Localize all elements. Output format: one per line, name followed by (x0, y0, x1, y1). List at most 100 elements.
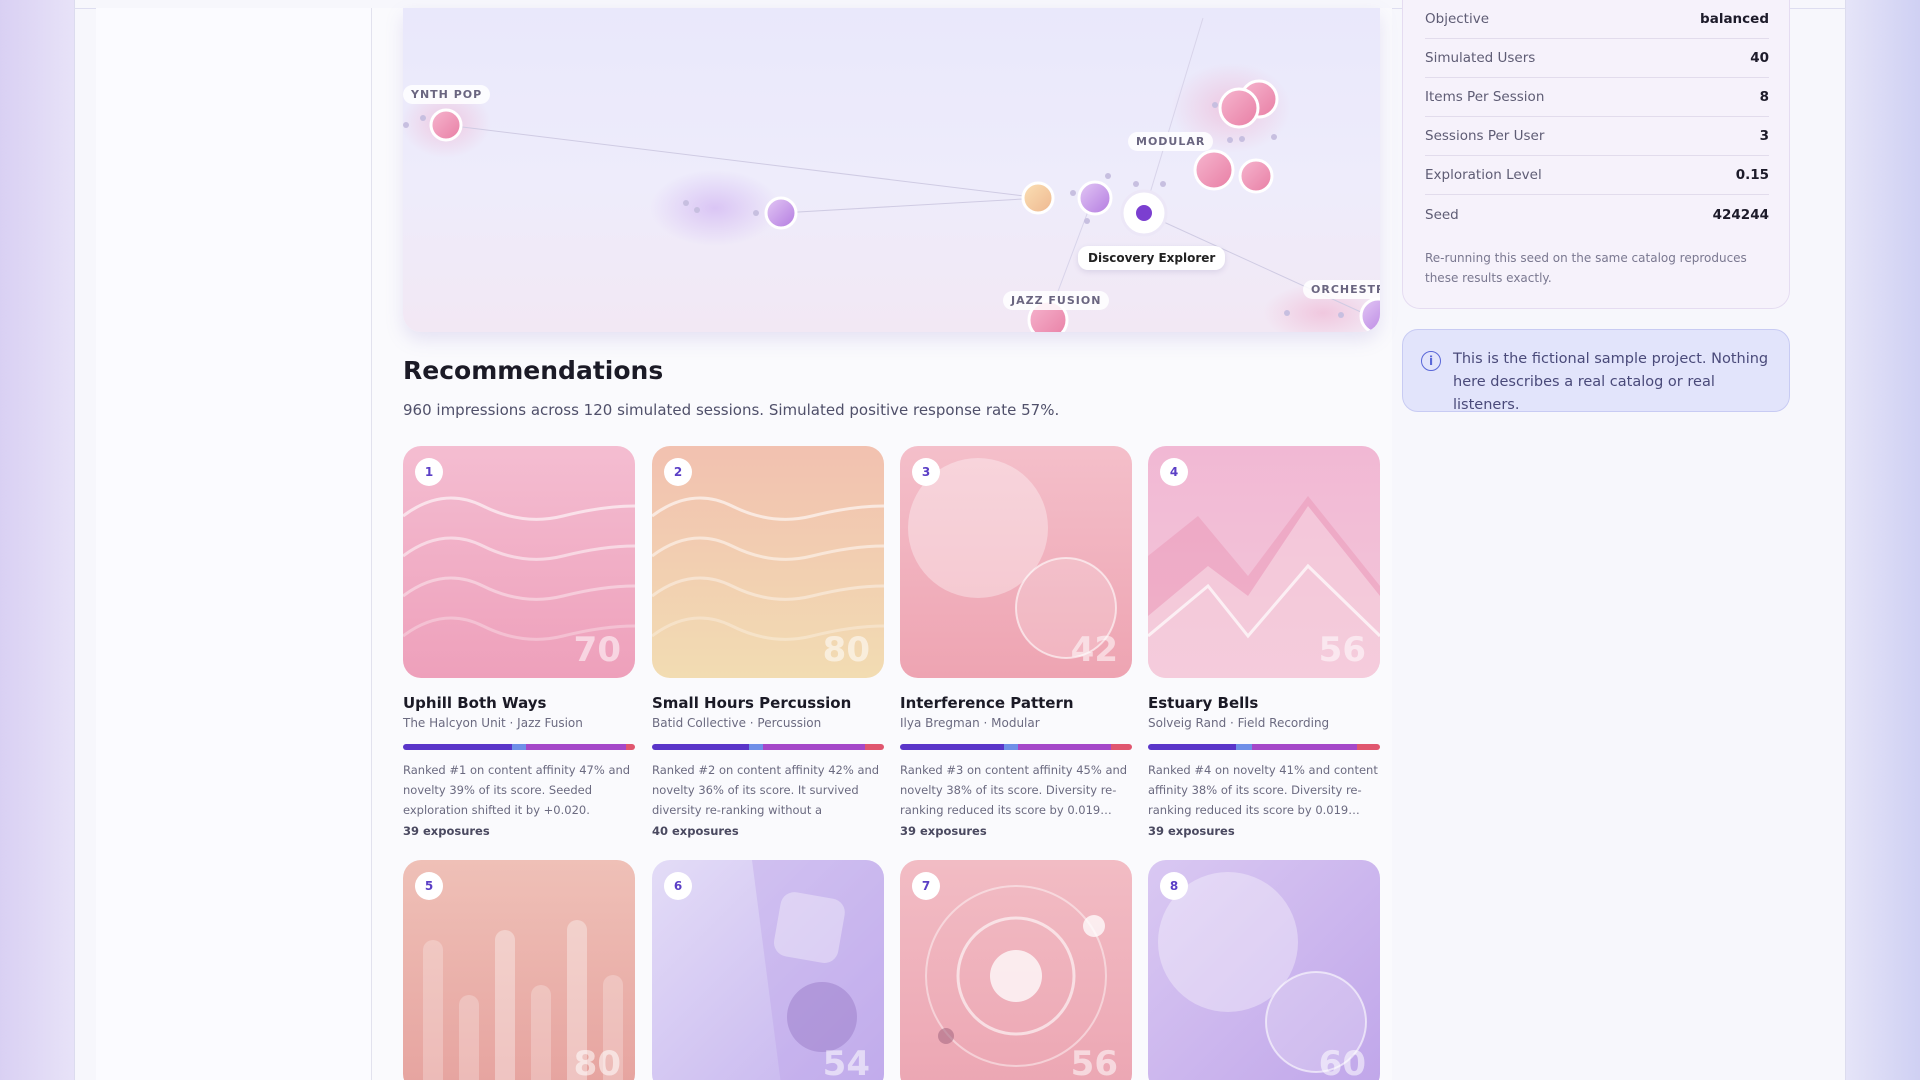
track-meta: The Halcyon Unit · Jazz Fusion (403, 716, 583, 730)
album-art: 5 80 (403, 860, 635, 1080)
recommendation-card[interactable]: 6 54 (652, 860, 884, 1080)
exposure-count: 40 exposures (652, 824, 739, 838)
setting-label: Simulated Users (1425, 50, 1536, 66)
setting-label: Sessions Per User (1425, 128, 1545, 144)
album-art: 2 80 (652, 446, 884, 678)
setting-label: Exploration Level (1425, 167, 1542, 183)
exploration-segment (1236, 744, 1253, 750)
rank-badge: 1 (415, 458, 443, 486)
score-value: 80 (573, 1044, 621, 1080)
score-value: 56 (1070, 1044, 1118, 1080)
recommendations-heading: Recommendations (403, 356, 664, 385)
setting-label: Items Per Session (1425, 89, 1545, 105)
cluster-label-orchestral: ORCHESTRA (1303, 280, 1380, 299)
setting-value: 8 (1759, 89, 1769, 105)
setting-value: 40 (1750, 50, 1769, 66)
recommendation-card[interactable]: 7 56 (900, 860, 1132, 1080)
novelty-segment (763, 744, 866, 750)
recommendation-card[interactable]: 8 60 (1148, 860, 1380, 1080)
info-icon: i (1421, 351, 1441, 371)
recommendations-summary: 960 impressions across 120 simulated ses… (403, 401, 1060, 419)
score-breakdown-bar (652, 744, 884, 750)
track-title[interactable]: Uphill Both Ways (403, 694, 635, 712)
score-value: 60 (1318, 1044, 1366, 1080)
setting-row-exploration-level: Exploration Level 0.15 (1425, 156, 1769, 195)
affinity-segment (652, 744, 750, 750)
score-breakdown-bar (900, 744, 1132, 750)
album-art: 4 56 (1148, 446, 1380, 678)
sample-project-notice: i This is the fictional sample project. … (1402, 329, 1790, 413)
setting-value: 424244 (1712, 206, 1769, 223)
reproducibility-note: Re-running this seed on the same catalog… (1425, 251, 1747, 285)
recommendation-card[interactable]: 2 80 Small Hours Percussion Batid Collec… (652, 446, 884, 838)
score-value: 56 (1318, 630, 1366, 670)
album-art: 1 70 (403, 446, 635, 678)
track-title[interactable]: Interference Pattern (900, 694, 1132, 712)
setting-label: Objective (1425, 11, 1490, 27)
sidebar (96, 8, 372, 1080)
setting-row-objective: Objective balanced (1425, 0, 1769, 39)
album-art: 7 56 (900, 860, 1132, 1080)
setting-row-items-per-session: Items Per Session 8 (1425, 78, 1769, 117)
novelty-segment (525, 744, 626, 750)
setting-label: Seed (1425, 206, 1459, 223)
cluster-label-jazz-fusion: JAZZ FUSION (1003, 291, 1110, 310)
exploration-segment (512, 744, 526, 750)
rank-badge: 7 (912, 872, 940, 900)
track-meta: Solveig Rand · Field Recording (1148, 716, 1330, 730)
affinity-segment (403, 744, 513, 750)
exposure-count: 39 exposures (403, 824, 490, 838)
rank-badge: 8 (1160, 872, 1188, 900)
album-art: 6 54 (652, 860, 884, 1080)
node-tooltip: Discovery Explorer (1078, 246, 1226, 270)
exposure-count: 39 exposures (900, 824, 987, 838)
cluster-label-synth-pop: YNTH POP (403, 85, 491, 104)
rank-badge: 6 (664, 872, 692, 900)
ranking-explanation: Ranked #4 on novelty 41% and content aff… (1148, 763, 1378, 817)
setting-row-simulated-users: Simulated Users 40 (1425, 39, 1769, 78)
diversity-segment (865, 744, 884, 750)
cluster-label-modular: MODULAR (1128, 132, 1214, 151)
genre-map[interactable]: YNTH POP MODULAR JAZZ FUSION ORCHESTRA D… (403, 8, 1380, 332)
recommendation-card[interactable]: 1 70 Uphill Both Ways The Halcyon Unit ·… (403, 446, 635, 838)
track-title[interactable]: Small Hours Percussion (652, 694, 884, 712)
score-value: 70 (573, 630, 621, 670)
track-meta: Ilya Bregman · Modular (900, 716, 1040, 730)
diversity-segment (625, 744, 635, 750)
rank-badge: 2 (664, 458, 692, 486)
track-title[interactable]: Estuary Bells (1148, 694, 1380, 712)
score-value: 80 (822, 630, 870, 670)
track-meta: Batid Collective · Percussion (652, 716, 822, 730)
recommendation-card[interactable]: 3 42 Interference Pattern Ilya Bregman ·… (900, 446, 1132, 838)
recommendation-card[interactable]: 5 80 (403, 860, 635, 1080)
affinity-segment (900, 744, 1005, 750)
exposure-count: 39 exposures (1148, 824, 1235, 838)
ranking-explanation: Ranked #2 on content affinity 42% and no… (652, 763, 880, 817)
score-breakdown-bar (403, 744, 635, 750)
rank-badge: 5 (415, 872, 443, 900)
affinity-segment (1148, 744, 1237, 750)
diversity-segment (1356, 744, 1380, 750)
recommendation-card[interactable]: 4 56 Estuary Bells Solveig Rand · Field … (1148, 446, 1380, 838)
novelty-segment (1018, 744, 1112, 750)
rank-badge: 4 (1160, 458, 1188, 486)
exploration-segment (749, 744, 764, 750)
album-art: 8 60 (1148, 860, 1380, 1080)
setting-value: balanced (1700, 11, 1769, 27)
setting-value: 3 (1759, 128, 1769, 144)
notice-text: This is the fictional sample project. No… (1453, 351, 1769, 413)
novelty-segment (1252, 744, 1357, 750)
setting-value: 0.15 (1735, 167, 1769, 183)
ranking-explanation: Ranked #3 on content affinity 45% and no… (900, 763, 1128, 817)
map-canvas (403, 17, 1380, 332)
diversity-segment (1111, 744, 1132, 750)
setting-row-sessions-per-user: Sessions Per User 3 (1425, 117, 1769, 156)
score-value: 54 (822, 1044, 870, 1080)
rank-badge: 3 (912, 458, 940, 486)
score-value: 42 (1070, 630, 1118, 670)
album-art: 3 42 (900, 446, 1132, 678)
setting-row-seed: Seed 424244 (1425, 195, 1769, 234)
run-settings-panel: Objective balanced Simulated Users 40 It… (1402, 0, 1790, 309)
ranking-explanation: Ranked #1 on content affinity 47% and no… (403, 763, 631, 817)
score-breakdown-bar (1148, 744, 1380, 750)
